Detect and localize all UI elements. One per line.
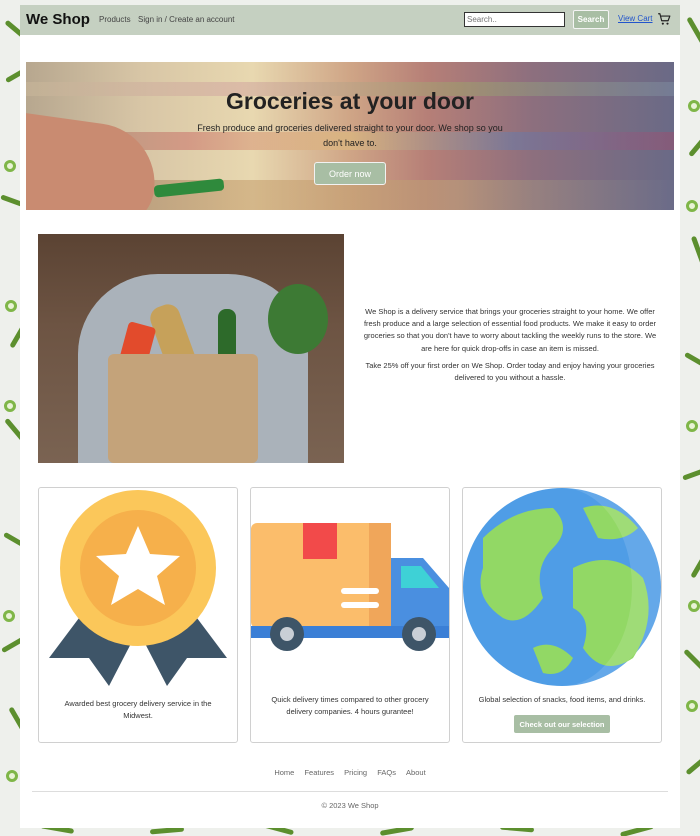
footer-nav: Home Features Pricing FAQs About	[20, 768, 680, 777]
order-now-button[interactable]: Order now	[314, 162, 386, 185]
pepper-slice-decoration	[686, 200, 698, 212]
footer-link-home[interactable]: Home	[274, 768, 294, 777]
pepper-slice-decoration	[4, 400, 16, 412]
nav-signin-link[interactable]: Sign in / Create an account	[138, 15, 235, 24]
award-medal-icon	[49, 490, 227, 686]
feature-text: Global selection of snacks, food items, …	[478, 695, 646, 704]
green-bean-decoration	[683, 648, 700, 677]
page-container: We Shop Products Sign in / Create an acc…	[20, 5, 680, 828]
search-input[interactable]	[464, 12, 565, 27]
green-bean-decoration	[686, 16, 700, 49]
pepper-slice-decoration	[6, 770, 18, 782]
cart-icon[interactable]	[657, 12, 671, 26]
check-selection-button[interactable]: Check out our selection	[514, 715, 610, 733]
hero-title: Groceries at your door	[226, 88, 474, 114]
pepper-slice-decoration	[4, 160, 16, 172]
feature-text: Quick delivery times compared to other g…	[271, 695, 429, 716]
hero-subtitle: Fresh produce and groceries delivered st…	[197, 123, 503, 148]
footer-link-features[interactable]: Features	[304, 768, 334, 777]
green-bean-decoration	[685, 749, 700, 776]
groceries-bag-photo	[38, 234, 344, 463]
hero-shopper-arm	[26, 112, 163, 210]
globe-icon	[463, 488, 661, 686]
about-promo: Take 25% off your first order on We Shop…	[365, 360, 655, 383]
hero-banner: Groceries at your door Fresh produce and…	[26, 62, 674, 210]
about-paragraph: We Shop is a delivery service that bring…	[363, 307, 657, 353]
photo-greens	[268, 284, 328, 354]
search-button[interactable]: Search	[573, 10, 609, 29]
about-description: We Shop is a delivery service that bring…	[358, 306, 662, 384]
pepper-slice-decoration	[688, 600, 700, 612]
green-bean-decoration	[690, 235, 700, 270]
feature-card-selection: Global selection of snacks, food items, …	[462, 487, 662, 743]
delivery-truck-icon	[251, 523, 449, 651]
pepper-slice-decoration	[688, 100, 700, 112]
nav-products-link[interactable]: Products	[99, 15, 131, 24]
footer-link-about[interactable]: About	[406, 768, 426, 777]
green-bean-decoration	[688, 127, 700, 158]
pepper-slice-decoration	[686, 700, 698, 712]
feature-card-delivery: Quick delivery times compared to other g…	[250, 487, 450, 743]
copyright-text: © 2023 We Shop	[321, 801, 379, 810]
green-bean-decoration	[690, 546, 700, 579]
footer-link-faqs[interactable]: FAQs	[377, 768, 396, 777]
view-cart-link[interactable]: View Cart	[618, 14, 653, 23]
footer-divider	[32, 791, 668, 792]
feature-text: Awarded best grocery delivery service in…	[64, 699, 212, 720]
navbar: We Shop Products Sign in / Create an acc…	[20, 5, 680, 35]
photo-paper-bag	[108, 354, 258, 463]
footer-link-pricing[interactable]: Pricing	[344, 768, 367, 777]
brand-logo[interactable]: We Shop	[26, 11, 90, 28]
green-bean-decoration	[682, 464, 700, 481]
feature-card-award: Awarded best grocery delivery service in…	[38, 487, 238, 743]
pepper-slice-decoration	[686, 420, 698, 432]
pepper-slice-decoration	[3, 610, 15, 622]
pepper-slice-decoration	[5, 300, 17, 312]
green-bean-decoration	[684, 351, 700, 374]
